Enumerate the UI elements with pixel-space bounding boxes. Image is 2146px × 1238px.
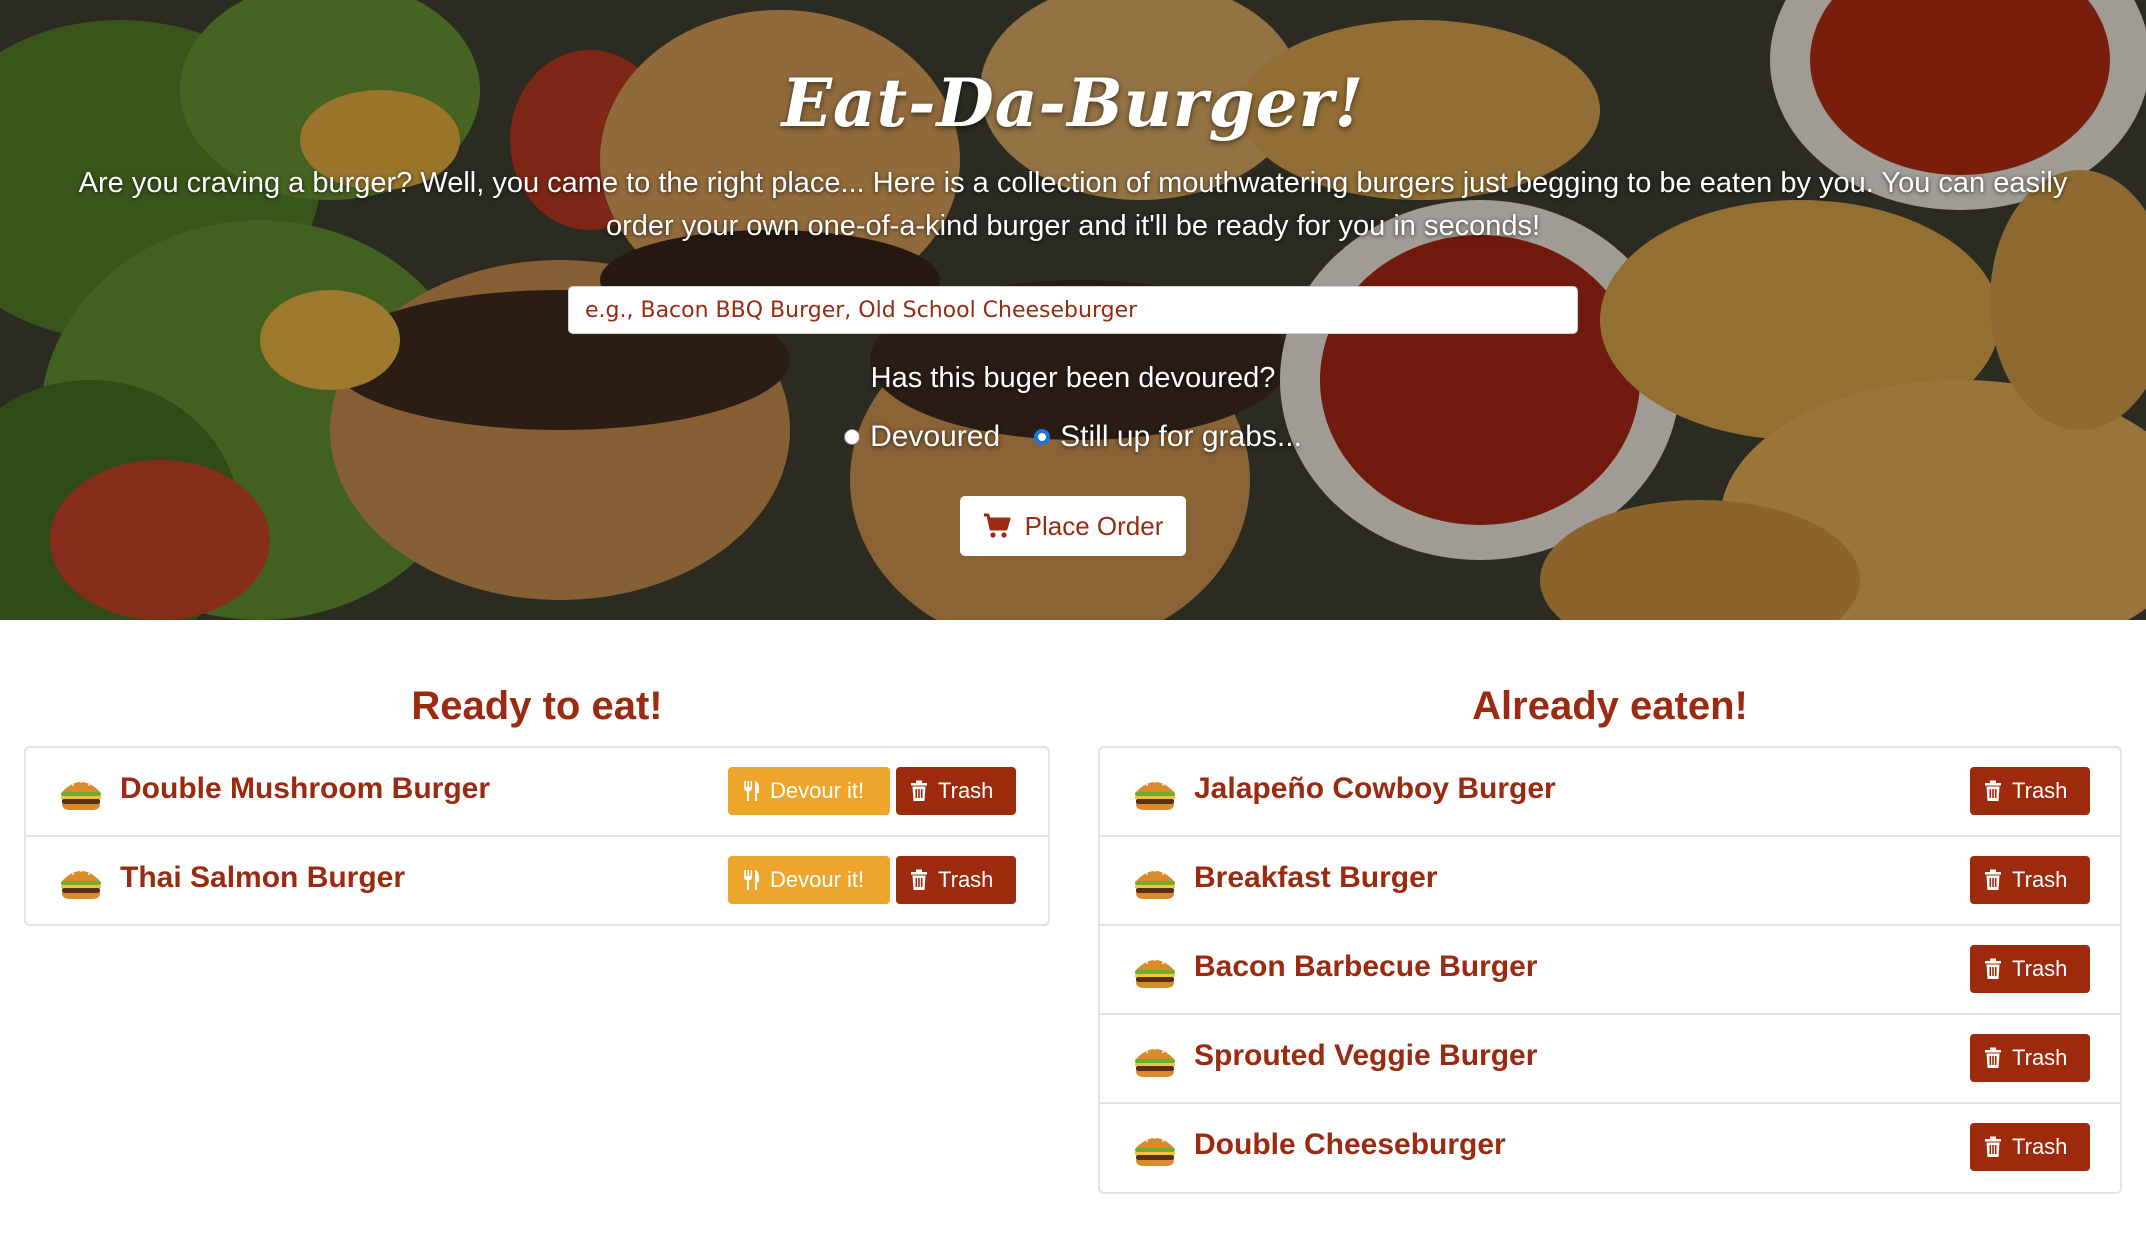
radio-still-available[interactable]: Still up for grabs... [1034,420,1302,454]
devoured-radio-group: Devoured Still up for grabs... [0,420,2146,454]
trash-icon [911,780,927,801]
list-item: Bacon Barbecue Burger Trash [1100,926,2120,1015]
devoured-question: Has this buger been devoured? [870,362,1276,394]
hero-banner: Eat-Da-Burger! Are you craving a burger?… [0,0,2146,620]
trash-button[interactable]: Trash [896,856,1016,904]
trash-icon [1985,958,2001,979]
radio-devoured[interactable]: Devoured [844,420,1000,454]
burger-name: Double Cheeseburger [1194,1128,1506,1161]
utensils-icon [744,870,759,890]
trash-button[interactable]: Trash [1970,1034,2090,1082]
list-item: Double Mushroom Burger Devour it! Trash [26,748,1048,837]
radio-still-available-label: Still up for grabs... [1060,420,1302,453]
burger-name: Thai Salmon Burger [120,861,406,894]
order-form: Eat-Da-Burger! Are you craving a burger?… [0,0,2146,620]
trash-button[interactable]: Trash [1970,767,2090,815]
trash-icon [1985,869,2001,890]
place-order-label: Place Order [1024,510,1164,541]
burger-icon [61,870,101,899]
trash-icon [1985,1136,2001,1157]
burger-icon [1135,959,1175,988]
burger-name: Sprouted Veggie Burger [1194,1039,1538,1072]
devour-button[interactable]: Devour it! [728,856,890,904]
eaten-heading: Already eaten! [1472,684,1748,728]
trash-icon [1985,1047,2001,1068]
trash-label: Trash [2012,1045,2068,1070]
devour-label: Devour it! [770,778,865,803]
eaten-list: Jalapeño Cowboy Burger Trash Breakfast B… [1098,746,2122,1194]
trash-label: Trash [2012,778,2068,803]
devour-label: Devour it! [770,867,865,892]
burger-name: Breakfast Burger [1194,861,1438,894]
list-item: Breakfast Burger Trash [1100,837,2120,926]
trash-label: Trash [938,778,994,803]
shopping-cart-icon [983,513,1011,538]
trash-label: Trash [938,867,994,892]
trash-icon [911,869,927,890]
burger-name: Bacon Barbecue Burger [1194,950,1538,983]
list-item: Jalapeño Cowboy Burger Trash [1100,748,2120,837]
ready-list: Double Mushroom Burger Devour it! Trash [24,746,1050,926]
burger-icon [1135,781,1175,810]
hero-description: Are you craving a burger? Well, you came… [78,167,2068,242]
burger-icon [61,781,101,810]
place-order-button[interactable]: Place Order [960,496,1186,556]
burger-icon [1135,870,1175,899]
page-title: Eat-Da-Burger! [781,64,1365,142]
list-item: Double Cheeseburger Trash [1100,1104,2120,1193]
ready-heading: Ready to eat! [411,684,663,728]
radio-still-available-button[interactable] [1034,429,1051,445]
burger-icon [1135,1048,1175,1077]
burger-icon [1135,1137,1175,1166]
radio-devoured-label: Devoured [870,420,1001,453]
burger-name: Jalapeño Cowboy Burger [1194,772,1556,805]
trash-button[interactable]: Trash [1970,856,2090,904]
devour-button[interactable]: Devour it! [728,767,890,815]
list-item: Thai Salmon Burger Devour it! Trash [26,837,1048,926]
trash-icon [1985,780,2001,801]
list-item: Sprouted Veggie Burger Trash [1100,1015,2120,1104]
utensils-icon [744,781,759,801]
burger-name: Double Mushroom Burger [120,772,491,805]
trash-label: Trash [2012,956,2068,981]
trash-label: Trash [2012,1134,2068,1159]
burger-name-input[interactable] [568,286,1578,334]
trash-label: Trash [2012,867,2068,892]
radio-devoured-button[interactable] [844,429,861,445]
trash-button[interactable]: Trash [1970,945,2090,993]
trash-button[interactable]: Trash [1970,1123,2090,1171]
trash-button[interactable]: Trash [896,767,1016,815]
